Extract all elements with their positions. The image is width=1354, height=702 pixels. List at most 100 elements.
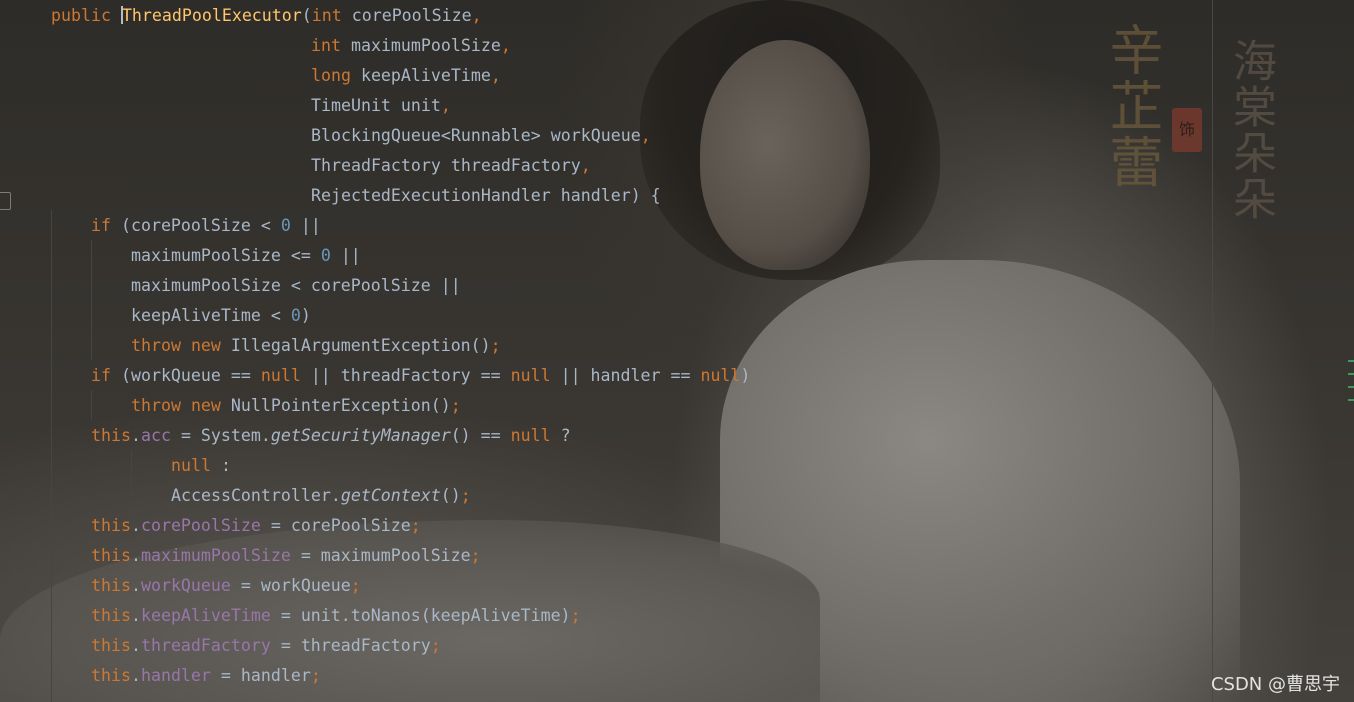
code-token: BlockingQueue<Runnable> workQueue (311, 126, 641, 145)
code-line[interactable]: AccessController.getContext(); (171, 481, 471, 511)
code-line[interactable]: int maximumPoolSize, (311, 31, 511, 61)
code-token: , (640, 126, 651, 145)
code-token: keepAliveTime (360, 66, 491, 85)
code-token: int (311, 36, 351, 55)
code-token: NullPointerException() (230, 396, 451, 415)
code-token: () (440, 486, 461, 505)
code-line[interactable]: public ThreadPoolExecutor(int corePoolSi… (51, 1, 482, 31)
code-token: . (130, 636, 141, 655)
code-token: int (311, 6, 352, 25)
code-token: ; (470, 546, 481, 565)
background-portrait-robe (720, 260, 1240, 702)
code-token: : (210, 456, 231, 475)
code-token: threadFactory (140, 636, 271, 655)
code-line[interactable]: this.corePoolSize = corePoolSize; (91, 511, 421, 541)
scrollbar-change-marker[interactable] (1348, 399, 1354, 401)
code-token: if (91, 216, 121, 235)
code-token: || (290, 216, 321, 235)
code-token: (corePoolSize < (120, 216, 281, 235)
code-token: IllegalArgumentException() (230, 336, 491, 355)
code-token: || handler == (550, 366, 701, 385)
code-token: getContext (340, 486, 441, 505)
code-token: ? (550, 426, 571, 445)
code-line[interactable]: if (corePoolSize < 0 || (91, 211, 321, 241)
code-token: . (130, 576, 141, 595)
code-token: this (91, 606, 131, 625)
code-token: || threadFactory == (300, 366, 511, 385)
code-line[interactable]: throw new IllegalArgumentException(); (131, 331, 501, 361)
code-line[interactable]: maximumPoolSize < corePoolSize || (131, 271, 461, 301)
background-portrait-face (700, 40, 870, 270)
code-token: acc (140, 426, 171, 445)
code-token: = workQueue (230, 576, 351, 595)
code-token: 0 (290, 306, 301, 325)
code-line[interactable]: BlockingQueue<Runnable> workQueue, (311, 121, 651, 151)
code-token: , (500, 36, 511, 55)
code-token: . (130, 546, 141, 565)
code-line[interactable]: maximumPoolSize <= 0 || (131, 241, 361, 271)
code-token: if (91, 366, 121, 385)
code-token: this (91, 426, 131, 445)
code-line[interactable]: this.maximumPoolSize = maximumPoolSize; (91, 541, 481, 571)
code-token: , (440, 96, 451, 115)
indent-guide (91, 390, 92, 420)
code-line[interactable]: long keepAliveTime, (311, 61, 501, 91)
code-token: 0 (320, 246, 331, 265)
code-token: ThreadPoolExecutor (121, 6, 302, 25)
code-token: maximumPoolSize < corePoolSize || (131, 276, 461, 295)
code-token: , (580, 156, 591, 175)
code-token: null (510, 366, 551, 385)
code-line[interactable]: ThreadFactory threadFactory, (311, 151, 591, 181)
scrollbar-change-marker[interactable] (1348, 386, 1354, 388)
scrollbar-change-marker[interactable] (1348, 360, 1354, 362)
code-token: = unit.toNanos(keepAliveTime) (270, 606, 571, 625)
code-token: (workQueue == (120, 366, 261, 385)
code-token: ; (450, 396, 461, 415)
code-line[interactable]: this.handler = handler; (91, 661, 321, 691)
code-token: throw new (131, 396, 231, 415)
code-token: TimeUnit unit (311, 96, 441, 115)
code-token: keepAliveTime < (131, 306, 291, 325)
indent-guide (131, 450, 132, 510)
code-token: ; (430, 636, 441, 655)
background-seal: 饰 (1172, 108, 1202, 152)
code-line[interactable]: this.workQueue = workQueue; (91, 571, 361, 601)
code-line[interactable]: throw new NullPointerException(); (131, 391, 461, 421)
code-line[interactable]: this.acc = System.getSecurityManager() =… (91, 421, 571, 451)
code-token: maximumPoolSize (350, 36, 501, 55)
code-line[interactable]: TimeUnit unit, (311, 91, 451, 121)
code-token: ) (300, 306, 311, 325)
code-token: this (91, 576, 131, 595)
code-token: AccessController. (171, 486, 341, 505)
code-token: null (510, 426, 551, 445)
code-token: . (130, 426, 141, 445)
code-line[interactable]: this.keepAliveTime = unit.toNanos(keepAl… (91, 601, 581, 631)
code-token: = threadFactory (270, 636, 431, 655)
code-token: ThreadFactory threadFactory (311, 156, 581, 175)
code-token: ; (460, 486, 471, 505)
scrollbar-change-marker[interactable] (1348, 373, 1354, 375)
code-line[interactable]: if (workQueue == null || threadFactory =… (91, 361, 750, 391)
code-token: . (130, 516, 141, 535)
code-token: public (51, 6, 121, 25)
code-token: this (91, 546, 131, 565)
code-token: this (91, 666, 131, 685)
code-editor[interactable]: 辛芷蕾 海棠朵朵 饰 public ThreadPoolExecutor(int… (0, 0, 1354, 702)
code-line[interactable]: keepAliveTime < 0) (131, 301, 311, 331)
code-token: () == (450, 426, 511, 445)
code-token: handler (140, 666, 211, 685)
code-token: , (490, 66, 501, 85)
code-token: null (171, 456, 211, 475)
code-token: = System. (170, 426, 271, 445)
code-token: , (471, 6, 482, 25)
code-line[interactable]: this.threadFactory = threadFactory; (91, 631, 441, 661)
code-token: ; (350, 576, 361, 595)
code-token: RejectedExecutionHandler handler) { (311, 186, 661, 205)
code-line[interactable]: RejectedExecutionHandler handler) { (311, 181, 661, 211)
code-token: ( (301, 6, 312, 25)
code-token: ; (570, 606, 581, 625)
fold-marker-icon[interactable] (0, 192, 11, 210)
indent-guide (51, 210, 52, 702)
code-token: null (700, 366, 741, 385)
code-line[interactable]: null : (171, 451, 231, 481)
